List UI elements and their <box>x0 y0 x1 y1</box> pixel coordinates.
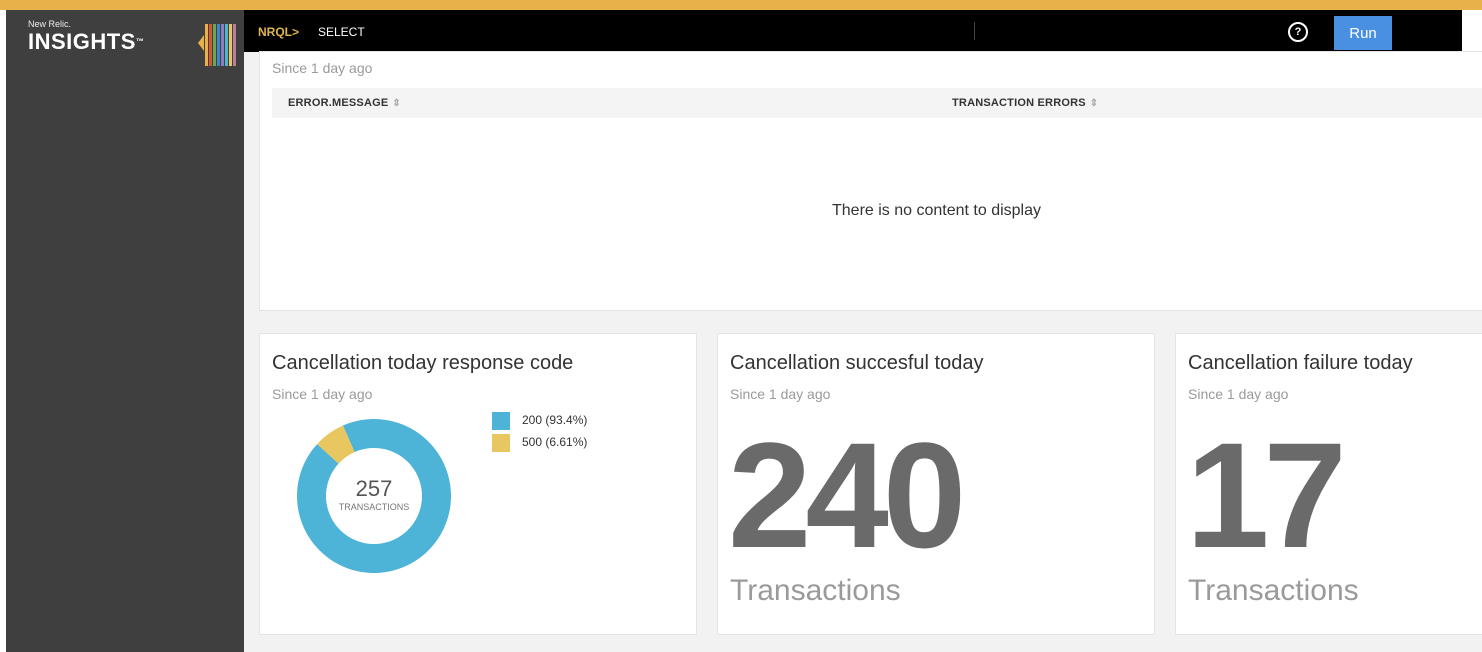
sidebar-panel <box>6 10 244 652</box>
column-label: TRANSACTION ERRORS <box>952 97 1086 109</box>
column-header-transaction-errors[interactable]: TRANSACTION ERRORS ⇕ <box>952 97 1098 109</box>
help-circle-icon[interactable]: ? <box>1288 22 1308 42</box>
sort-icon[interactable]: ⇕ <box>1090 98 1099 109</box>
legend-label: 500 (6.61%) <box>522 435 588 449</box>
billboard-value: 17 <box>1186 411 1347 579</box>
billboard-unit: Transactions <box>730 574 901 607</box>
legend-label: 200 (93.4%) <box>522 413 588 427</box>
donut-center: 257 TRANSACTIONS <box>296 418 452 574</box>
top-accent-bar <box>0 0 1482 10</box>
column-label: ERROR.MESSAGE <box>288 97 389 109</box>
cancellation-failure-widget: Cancellation failure today Since 1 day a… <box>1176 334 1482 634</box>
widget-timeframe: Since 1 day ago <box>730 386 831 402</box>
logo-title: INSIGHTS <box>28 29 136 54</box>
menu-toggle-icon[interactable] <box>198 20 238 66</box>
logo-trademark: ™ <box>135 37 145 46</box>
response-code-widget: Cancellation today response code Since 1… <box>260 334 696 634</box>
cancellation-success-widget: Cancellation succesful today Since 1 day… <box>718 334 1154 634</box>
widget-timeframe: Since 1 day ago <box>272 60 373 76</box>
query-divider <box>974 22 975 40</box>
billboard-unit: Transactions <box>1188 574 1359 607</box>
donut-total-label: TRANSACTIONS <box>338 502 410 512</box>
billboard-value: 240 <box>728 411 966 579</box>
widget-title: Cancellation today response code <box>272 352 574 374</box>
sidebar: New Relic. INSIGHTS™ <box>0 10 244 652</box>
widget-title: Cancellation failure today <box>1188 352 1413 374</box>
donut-total: 257 <box>355 476 393 501</box>
new-relic-insights-logo[interactable]: New Relic. INSIGHTS™ <box>28 20 144 53</box>
legend-swatch <box>492 434 510 452</box>
legend-swatch <box>492 412 510 430</box>
transaction-errors-widget: Since 1 day ago ERROR.MESSAGE ⇕ TRANSACTI… <box>260 52 1482 310</box>
nrql-prompt: NRQL> <box>258 25 300 39</box>
logo-small-text: New Relic. <box>28 19 72 29</box>
widget-timeframe: Since 1 day ago <box>272 386 373 402</box>
widget-timeframe: Since 1 day ago <box>1188 386 1289 402</box>
column-header-error-message[interactable]: ERROR.MESSAGE ⇕ <box>288 97 401 109</box>
run-button[interactable]: Run <box>1334 16 1392 50</box>
widget-title: Cancellation succesful today <box>730 352 984 374</box>
table-header: ERROR.MESSAGE ⇕ TRANSACTION ERRORS ⇕ <box>272 88 1482 118</box>
dashboard-area: Since 1 day ago ERROR.MESSAGE ⇕ TRANSACTI… <box>244 52 1482 652</box>
nrql-query-bar: NRQL> ? Run <box>244 10 1462 52</box>
nrql-query-input[interactable] <box>316 24 620 40</box>
empty-state-message: There is no content to display <box>832 202 1042 219</box>
sort-icon[interactable]: ⇕ <box>392 98 401 109</box>
